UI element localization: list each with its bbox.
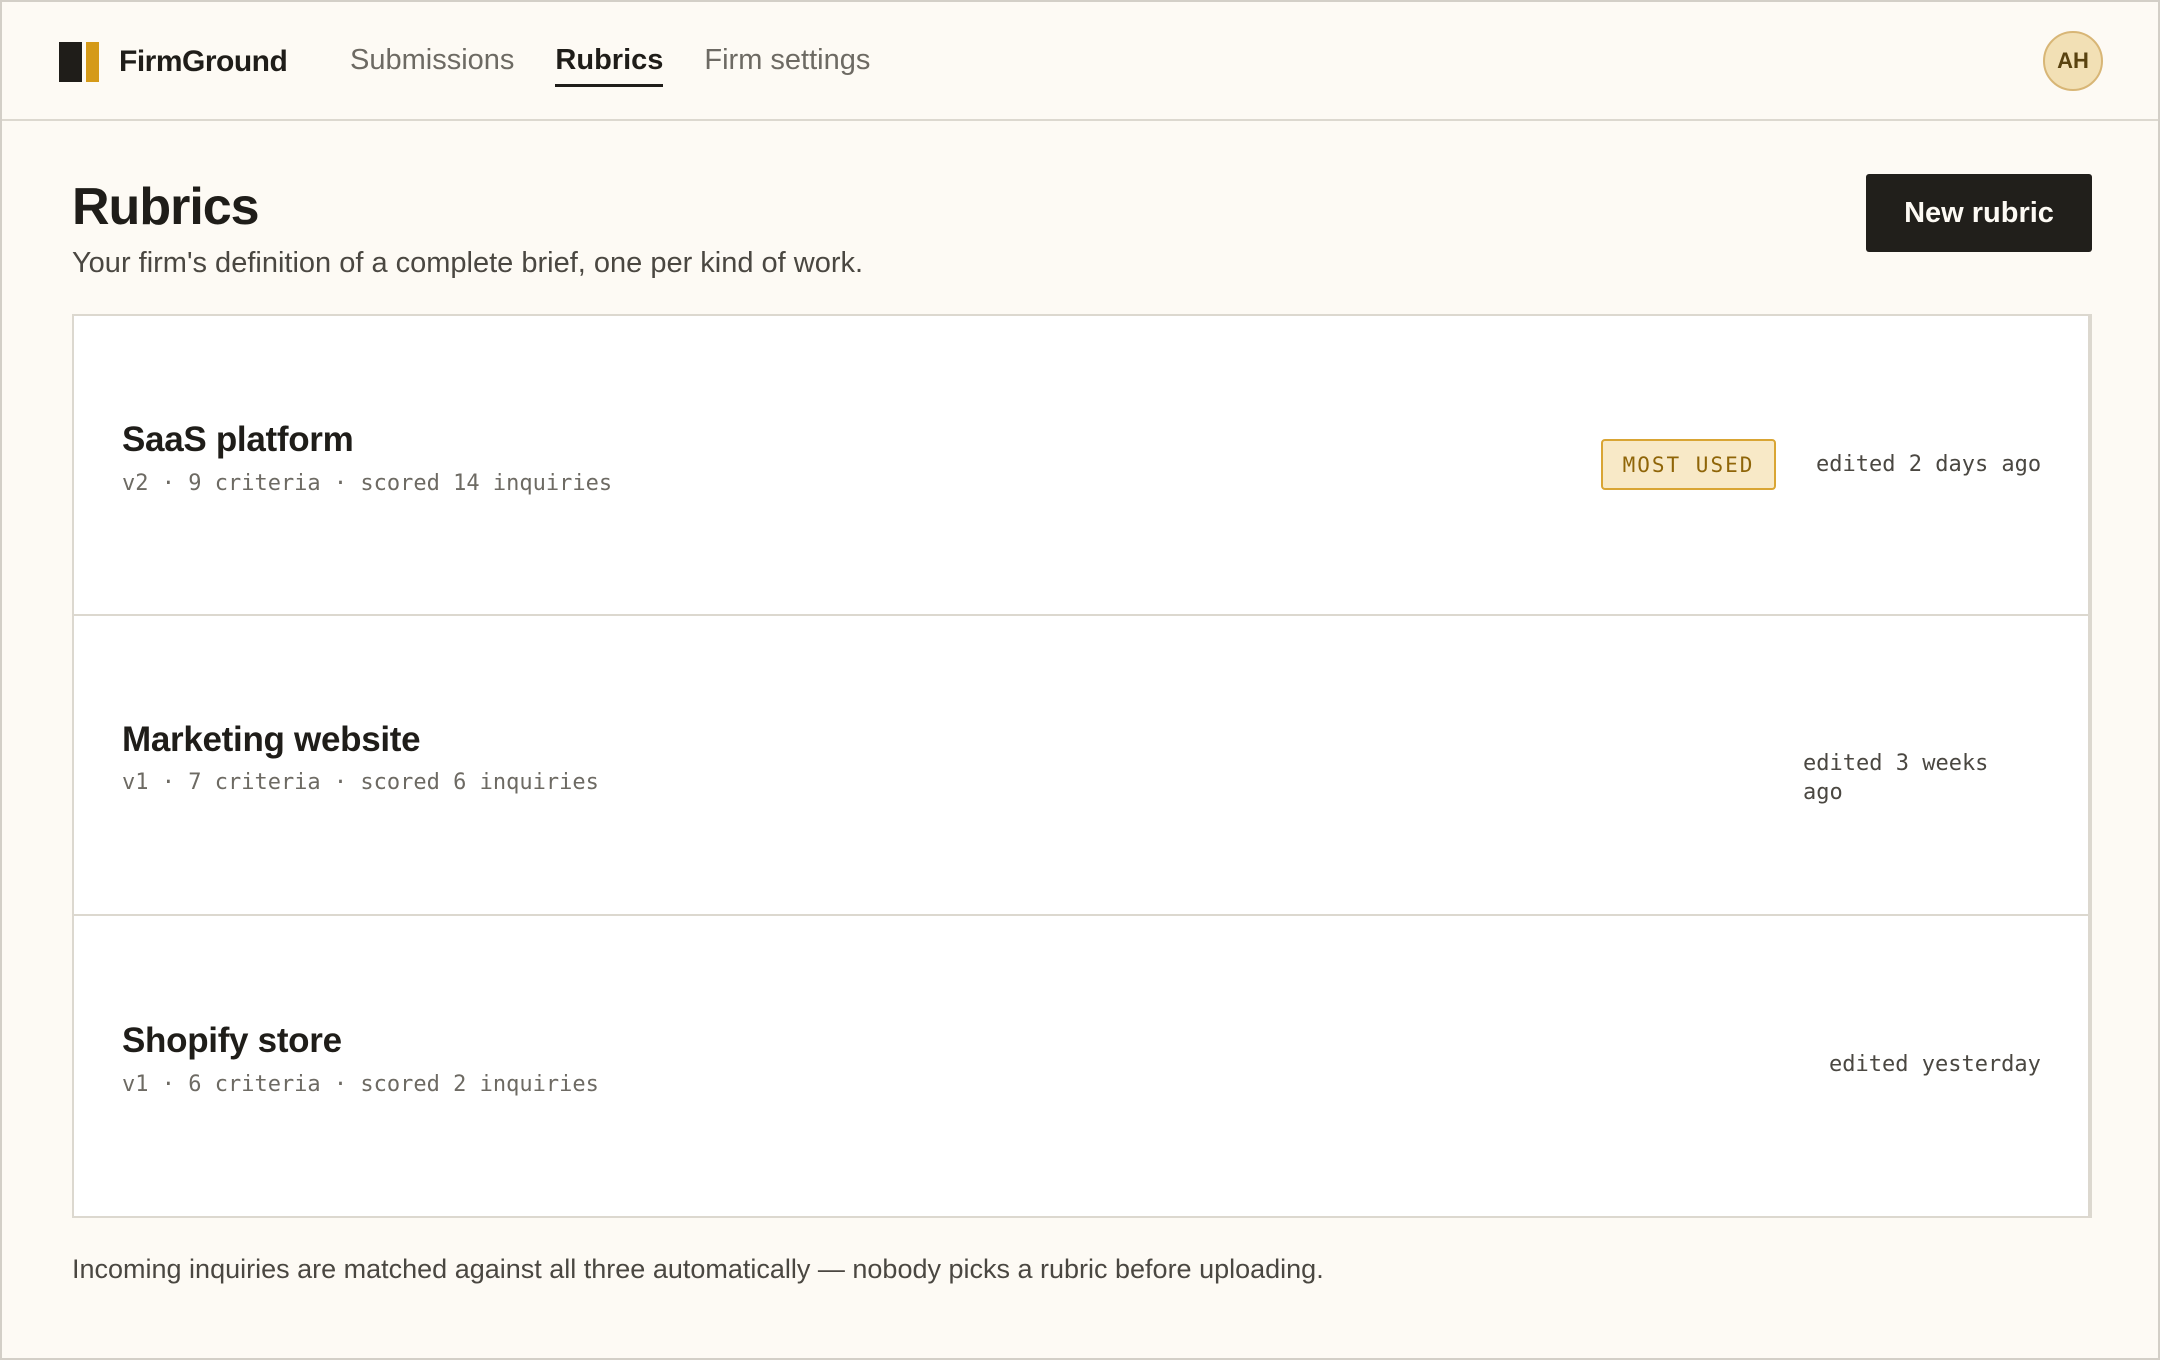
rubric-meta: v2 · 9 criteria · scored 14 inquiries — [122, 471, 613, 496]
rubric-row-marketing-website[interactable]: Marketing website v1 · 7 criteria · scor… — [74, 616, 2088, 916]
page-subtitle: Your firm's definition of a complete bri… — [72, 247, 864, 279]
brand-logo[interactable]: FirmGround — [59, 42, 288, 82]
nav-rubrics[interactable]: Rubrics — [555, 44, 663, 87]
most-used-badge: MOST USED — [1601, 439, 1776, 490]
new-rubric-button[interactable]: New rubric — [1866, 174, 2092, 252]
app-window: FirmGround Submissions Rubrics Firm sett… — [0, 0, 2160, 1360]
rubric-name: SaaS platform — [122, 420, 354, 459]
rubric-edited-time: edited yesterday — [1829, 1052, 2041, 1077]
rubric-meta: v1 · 6 criteria · scored 2 inquiries — [122, 1072, 599, 1097]
rubric-name: Marketing website — [122, 720, 421, 759]
main-nav: Submissions Rubrics Firm settings — [350, 2, 911, 121]
rubric-list: SaaS platform v2 · 9 criteria · scored 1… — [72, 314, 2092, 1218]
footer-note: Incoming inquiries are matched against a… — [72, 1254, 1324, 1284]
rubric-name: Shopify store — [122, 1021, 342, 1060]
rubric-row-saas-platform[interactable]: SaaS platform v2 · 9 criteria · scored 1… — [74, 316, 2088, 616]
user-avatar[interactable]: AH — [2043, 31, 2103, 91]
nav-firm-settings[interactable]: Firm settings — [704, 44, 870, 79]
brand-mark-icon — [59, 42, 99, 82]
page-title: Rubrics — [72, 178, 260, 236]
brand-name: FirmGround — [119, 45, 288, 78]
nav-submissions[interactable]: Submissions — [350, 44, 514, 79]
rubric-row-shopify-store[interactable]: Shopify store v1 · 6 criteria · scored 2… — [74, 917, 2088, 1217]
rubric-edited-time: edited 3 weeks ago — [1803, 751, 1989, 805]
top-navigation-bar: FirmGround Submissions Rubrics Firm sett… — [2, 2, 2158, 121]
rubric-meta: v1 · 7 criteria · scored 6 inquiries — [122, 770, 599, 795]
rubric-edited-time: edited 2 days ago — [1816, 452, 2042, 477]
